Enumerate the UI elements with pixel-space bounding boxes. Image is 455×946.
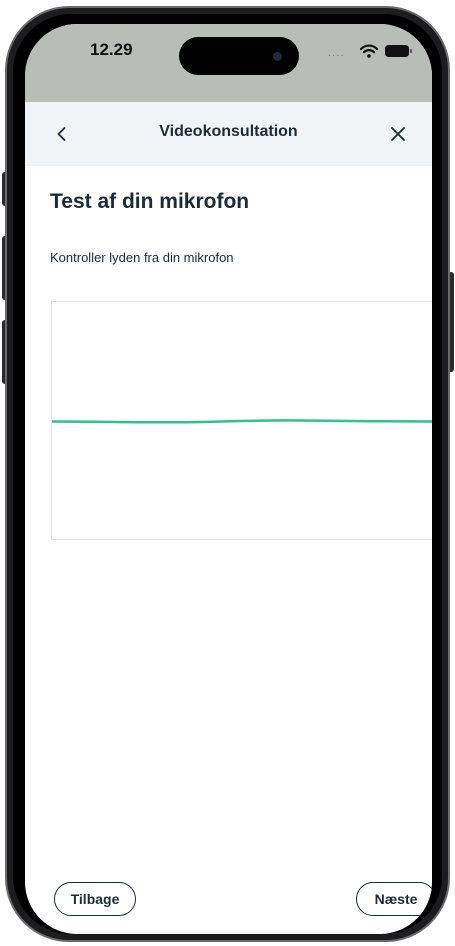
camera-icon xyxy=(273,52,282,61)
phone-device: 12.29 .... Videokonsultation Test af din… xyxy=(0,0,455,946)
dynamic-island xyxy=(179,37,299,75)
waveform-graph xyxy=(52,419,432,424)
battery-icon xyxy=(385,45,412,57)
instruction-text: Kontroller lyden fra din mikrofon xyxy=(50,250,234,265)
nav-title: Videokonsultation xyxy=(159,123,298,140)
phone-screen: 12.29 .... Videokonsultation Test af din… xyxy=(25,24,432,934)
wifi-icon xyxy=(360,44,378,58)
page-title: Test af din mikrofon xyxy=(50,190,250,213)
back-button[interactable]: Tilbage xyxy=(54,882,136,916)
phone-frame: 12.29 .... Videokonsultation Test af din… xyxy=(5,6,450,942)
signal-icon: .... xyxy=(328,48,345,59)
close-icon[interactable] xyxy=(387,123,409,145)
microphone-visualizer xyxy=(51,301,432,540)
next-button[interactable]: Næste xyxy=(356,882,432,916)
status-time: 12.29 xyxy=(90,40,133,59)
status-bar: 12.29 .... xyxy=(25,24,432,102)
phone-bezel: 12.29 .... Videokonsultation Test af din… xyxy=(13,14,442,934)
waveform-line xyxy=(52,419,432,424)
nav-bar: Videokonsultation xyxy=(25,102,432,166)
